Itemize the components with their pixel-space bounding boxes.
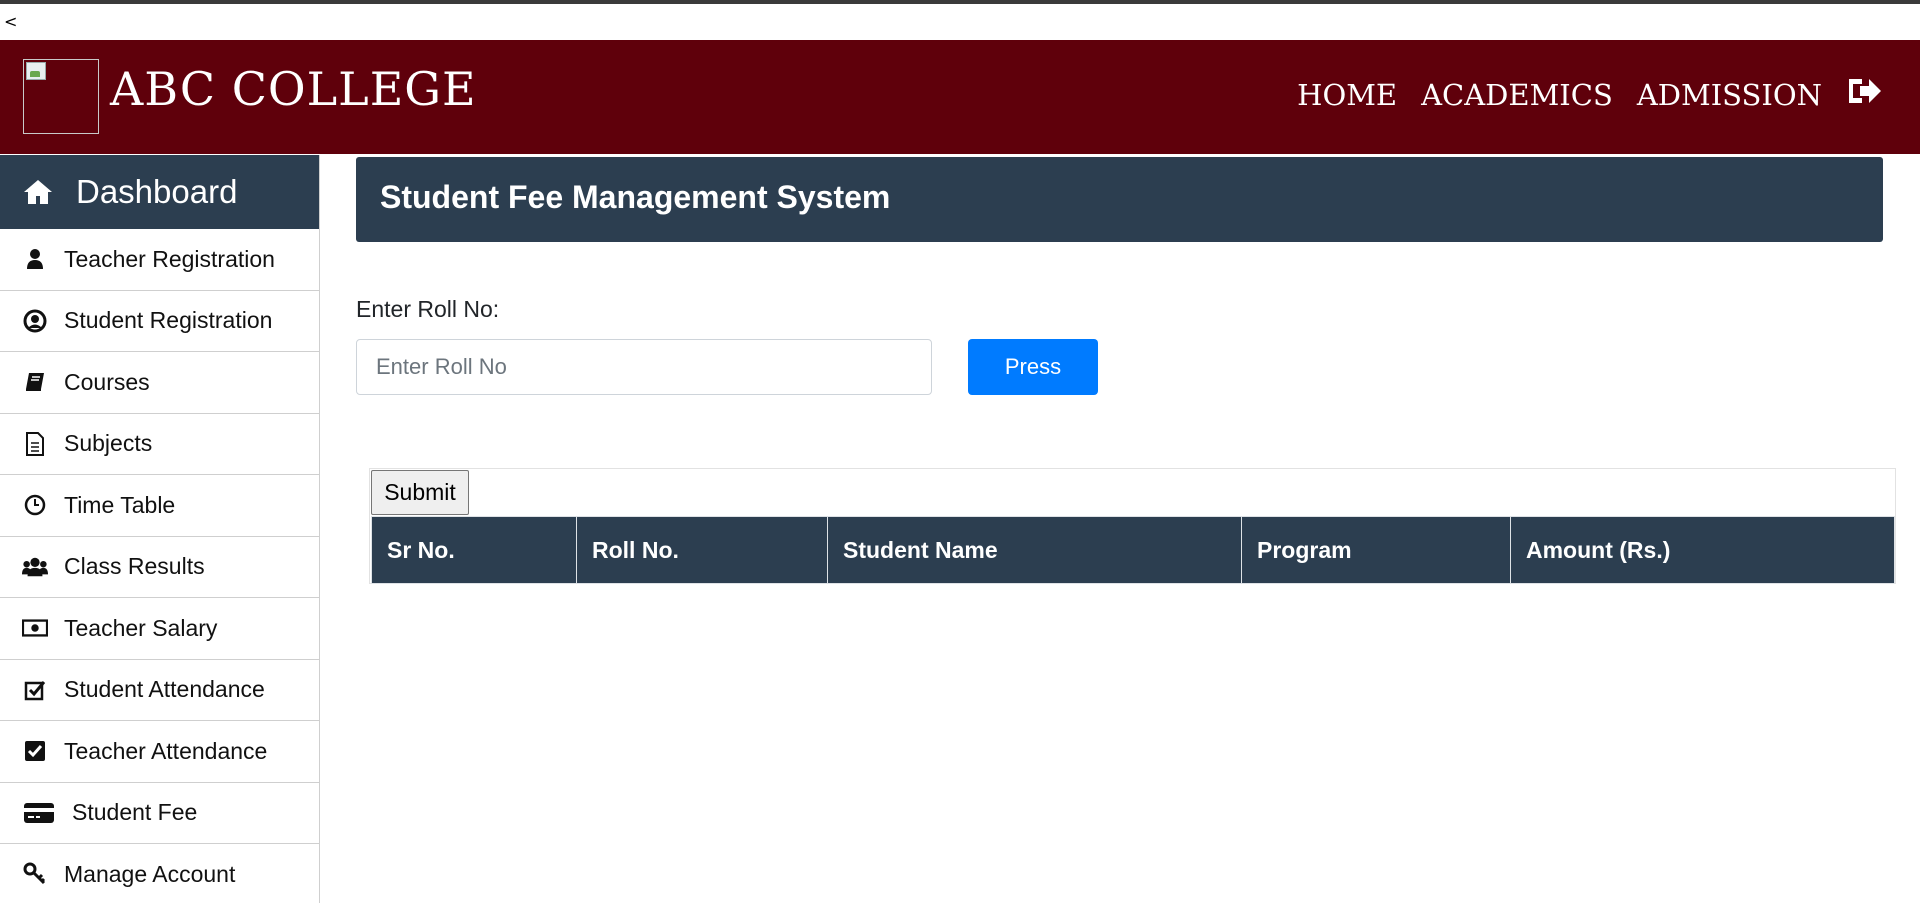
check-square-filled-icon [22,738,48,764]
sidebar-item-label: Courses [64,368,150,395]
page-title: Student Fee Management System [380,179,891,215]
site-header: ABC COLLEGE HOME ACADEMICS ADMISSION [0,40,1920,154]
sidebar-item-teacher-registration[interactable]: Teacher Registration [0,229,319,291]
file-text-icon [22,431,48,457]
roll-no-label: Enter Roll No: [356,296,500,322]
sidebar-item-label: Time Table [64,491,176,518]
sidebar-dashboard[interactable]: Dashboard [0,155,319,229]
sidebar-item-label: Student Registration [64,307,273,334]
user-circle-icon [22,308,48,334]
sidebar-item-subjects[interactable]: Subjects [0,414,319,475]
college-name: ABC COLLEGE [110,62,477,116]
nav-admission[interactable]: ADMISSION [1637,78,1822,112]
column-header-amount: Amount (Rs.) [1510,516,1895,584]
fee-table-panel: Submit Sr No. Roll No. Student Name Prog… [369,468,1896,584]
top-nav: HOME ACADEMICS ADMISSION [1297,78,1822,112]
key-icon [22,861,48,887]
sidebar-dashboard-label: Dashboard [76,173,238,210]
nav-home[interactable]: HOME [1297,78,1397,112]
money-icon [22,615,48,641]
fee-table: Sr No. Roll No. Student Name Program Amo… [371,516,1895,584]
sidebar-item-student-attendance[interactable]: Student Attendance [0,660,319,721]
sign-out-icon[interactable] [1843,71,1883,111]
user-icon [22,246,48,272]
sidebar-item-label: Teacher Registration [64,245,275,272]
sidebar-item-teacher-attendance[interactable]: Teacher Attendance [0,721,319,783]
column-header-student-name: Student Name [827,516,1242,584]
sidebar-item-time-table[interactable]: Time Table [0,475,319,537]
sidebar-item-label: Teacher Salary [64,614,218,641]
sidebar-item-courses[interactable]: Courses [0,352,319,414]
sidebar-item-label: Teacher Attendance [64,737,268,764]
broken-image-icon [26,62,46,80]
browser-top-border [0,0,1920,4]
table-header-row: Sr No. Roll No. Student Name Program Amo… [371,516,1895,584]
sidebar-item-student-fee[interactable]: Student Fee [0,783,319,844]
sidebar-item-label: Subjects [64,430,153,457]
sidebar-item-label: Manage Account [64,860,236,887]
home-icon [24,180,52,204]
page-header: Student Fee Management System [356,157,1883,242]
sidebar-item-label: Student Attendance [64,676,265,703]
column-header-sr-no: Sr No. [371,516,577,584]
sidebar-item-manage-account[interactable]: Manage Account [0,844,319,903]
sidebar-item-teacher-salary[interactable]: Teacher Salary [0,598,319,660]
sidebar-item-label: Class Results [64,553,205,580]
press-button[interactable]: Press [968,339,1098,395]
clock-icon [22,492,48,518]
users-icon [22,554,48,580]
submit-button[interactable]: Submit [371,470,469,515]
sidebar-item-class-results[interactable]: Class Results [0,537,319,598]
roll-no-input[interactable] [356,339,932,395]
column-header-program: Program [1241,516,1511,584]
nav-academics[interactable]: ACADEMICS [1421,78,1613,112]
column-header-roll-no: Roll No. [576,516,828,584]
sidebar: Dashboard Teacher Registration Student R… [0,155,320,903]
check-square-icon [22,677,48,703]
sidebar-item-student-registration[interactable]: Student Registration [0,291,319,352]
back-link[interactable]: < [4,12,17,31]
college-logo [23,59,99,134]
credit-card-icon [22,800,56,826]
book-icon [22,369,48,395]
sidebar-item-label: Student Fee [72,799,198,826]
